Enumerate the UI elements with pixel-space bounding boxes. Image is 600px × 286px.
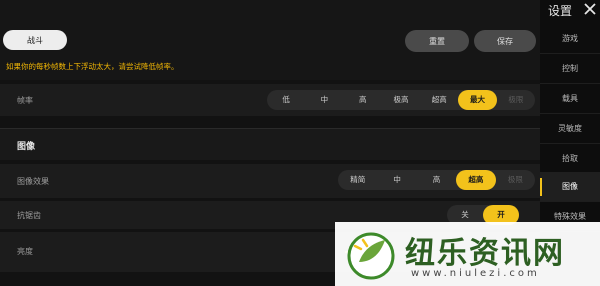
image-section-header: 图像 bbox=[0, 128, 540, 160]
framerate-option-high[interactable]: 高 bbox=[344, 90, 382, 110]
mode-tab-battle[interactable]: 战斗 bbox=[3, 30, 67, 50]
quality-option-high[interactable]: 高 bbox=[417, 170, 456, 190]
antialias-label: 抗锯齿 bbox=[17, 211, 41, 220]
quality-option-ultra[interactable]: 超高 bbox=[456, 170, 496, 190]
watermark: 纽乐资讯网 www.niulezi.com bbox=[335, 222, 600, 286]
quality-selector: 精简 中 高 超高 极限 bbox=[338, 170, 535, 190]
sidebar-item-pickup[interactable]: 拾取 bbox=[540, 144, 600, 174]
framerate-hint: 如果你的每秒帧数上下浮动太大，请尝试降低帧率。 bbox=[6, 62, 179, 71]
sidebar-item-controls[interactable]: 控制 bbox=[540, 54, 600, 84]
quality-option-extreme[interactable]: 极限 bbox=[496, 170, 535, 190]
watermark-url: www.niulezi.com bbox=[411, 268, 540, 279]
image-section-title: 图像 bbox=[17, 142, 36, 152]
framerate-option-ultra[interactable]: 超高 bbox=[420, 90, 458, 110]
watermark-text: 纽乐资讯网 bbox=[405, 236, 565, 271]
framerate-selector: 低 中 高 极高 超高 最大 极限 bbox=[267, 90, 535, 110]
sidebar-item-vehicle[interactable]: 载具 bbox=[540, 84, 600, 114]
framerate-option-max[interactable]: 最大 bbox=[458, 90, 497, 110]
quality-label: 图像效果 bbox=[17, 177, 49, 186]
quality-option-medium[interactable]: 中 bbox=[377, 170, 416, 190]
framerate-option-medium[interactable]: 中 bbox=[305, 90, 343, 110]
sidebar-item-game[interactable]: 游戏 bbox=[540, 24, 600, 54]
brightness-label: 亮度 bbox=[17, 247, 33, 256]
save-button[interactable]: 保存 bbox=[474, 30, 536, 52]
framerate-label: 帧率 bbox=[17, 96, 33, 105]
framerate-option-low[interactable]: 低 bbox=[267, 90, 305, 110]
close-icon[interactable] bbox=[582, 1, 598, 17]
quality-option-smooth[interactable]: 精简 bbox=[338, 170, 377, 190]
sidebar-item-graphics[interactable]: 图像 bbox=[540, 172, 600, 202]
watermark-logo-icon bbox=[347, 232, 395, 280]
framerate-option-extreme[interactable]: 极限 bbox=[497, 90, 535, 110]
reset-button[interactable]: 重置 bbox=[405, 30, 469, 52]
framerate-option-very-high[interactable]: 极高 bbox=[382, 90, 420, 110]
settings-title: 设置 bbox=[548, 4, 573, 18]
sidebar-item-sensitivity[interactable]: 灵敏度 bbox=[540, 114, 600, 144]
